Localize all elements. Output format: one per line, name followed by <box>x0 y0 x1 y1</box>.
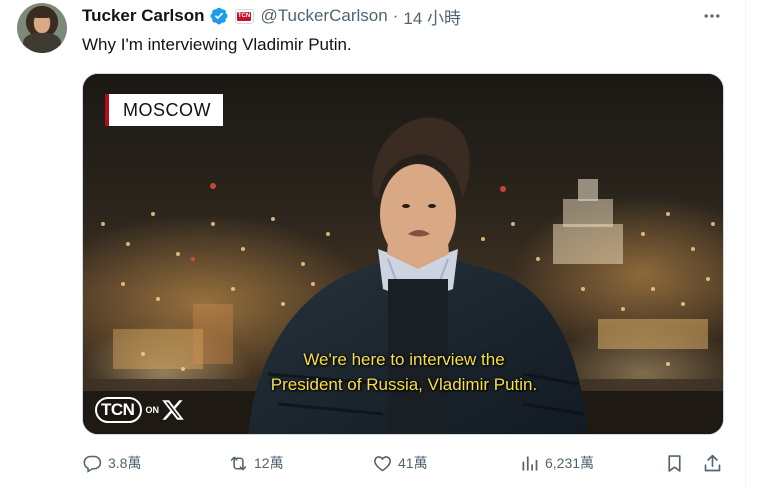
location-tag-label: MOSCOW <box>123 99 211 120</box>
post-text: Why I'm interviewing Vladimir Putin. <box>82 35 352 54</box>
timeline-border <box>745 0 746 488</box>
video-player[interactable]: MOSCOW We're here to interview the Presi… <box>82 73 724 435</box>
caption-line-2: President of Russia, Vladimir Putin. <box>270 375 538 394</box>
affiliation-badge-label: TCN <box>236 11 252 21</box>
repost-button[interactable]: 12萬 <box>228 450 284 476</box>
like-count: 41萬 <box>398 455 428 471</box>
x-logo-icon <box>162 400 184 420</box>
network-watermark: TCN ON <box>95 396 186 424</box>
avatar-hair <box>31 8 53 18</box>
like-button[interactable]: 41萬 <box>372 450 428 476</box>
caption-line-1: We're here to interview the <box>303 350 505 369</box>
share-icon <box>704 454 721 471</box>
views-count: 6,231萬 <box>545 455 595 471</box>
repost-count: 12萬 <box>254 455 284 471</box>
verified-badge-icon[interactable] <box>209 6 229 26</box>
avatar[interactable] <box>17 3 67 53</box>
bookmark-button[interactable] <box>664 450 685 476</box>
tcn-logo: TCN <box>95 397 143 423</box>
post-timestamp[interactable]: 14 小時 <box>403 4 461 29</box>
author-name[interactable]: Tucker Carlson <box>82 6 205 26</box>
share-button[interactable] <box>702 450 723 476</box>
views-button[interactable]: 6,231萬 <box>519 450 594 476</box>
action-bar: 3.8萬 12萬 41萬 6,231萬 <box>82 450 727 476</box>
affiliation-badge[interactable]: TCN <box>234 8 254 24</box>
location-tag: MOSCOW <box>105 94 223 126</box>
bookmark-icon <box>668 454 681 472</box>
header-separator: · <box>392 6 399 25</box>
more-horizontal-icon[interactable] <box>700 4 724 28</box>
author-handle[interactable]: @TuckerCarlson <box>261 6 388 26</box>
avatar-jacket <box>23 33 61 53</box>
heart-icon <box>374 455 391 471</box>
bar-chart-icon <box>522 456 538 470</box>
repost-icon <box>230 456 247 470</box>
network-on-text: ON <box>145 405 159 415</box>
reply-button[interactable]: 3.8萬 <box>82 450 141 476</box>
tcn-logo-text: TCN <box>101 400 135 419</box>
reply-icon <box>83 455 102 473</box>
reply-count: 3.8萬 <box>108 455 142 471</box>
post-header: Tucker Carlson TCN @TuckerCarlson · 14 小… <box>82 4 461 29</box>
